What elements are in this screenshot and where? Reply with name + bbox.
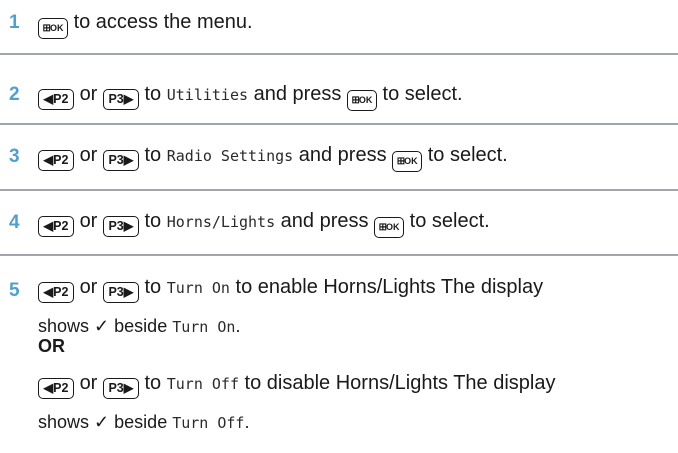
p3-right-key-icon: P3▶ — [102, 282, 139, 303]
p3-right-key-icon: P3▶ — [102, 150, 139, 171]
menu-ok-key-icon: ⊞OK — [392, 151, 423, 172]
step-line: shows ✓ beside Turn Off. — [38, 412, 250, 432]
menu-ok-key-icon: ⊞OK — [346, 90, 377, 111]
menu-target: Turn Off — [166, 375, 239, 393]
step-line: ◀P2 or P3▶ to Turn Off to disable Horns/… — [38, 371, 555, 399]
divider — [0, 53, 678, 55]
step-line: shows ✓ beside Turn On. — [38, 316, 241, 336]
p3-right-key-icon: P3▶ — [102, 378, 139, 399]
p3-right-key-icon: P3▶ — [102, 89, 139, 110]
step-number: 1 — [9, 12, 20, 33]
menu-ok-key-icon: ⊞OK — [38, 18, 68, 39]
or-label: OR — [38, 336, 65, 356]
p2-left-key-icon: ◀P2 — [38, 216, 74, 237]
step-line: ⊞OK to access the menu. — [38, 10, 253, 39]
menu-target: Utilities — [166, 86, 249, 104]
divider — [0, 123, 678, 125]
menu-target: Turn On — [166, 279, 230, 297]
check-icon: ✓ — [94, 316, 110, 336]
menu-target: Turn Off — [172, 414, 245, 432]
step-line: ◀P2 or P3▶ to Radio Settings and press ⊞… — [38, 143, 508, 172]
p3-right-key-icon: P3▶ — [102, 216, 139, 237]
menu-target: Horns/Lights — [166, 213, 276, 231]
step-line: ◀P2 or P3▶ to Utilities and press ⊞OK to… — [38, 82, 463, 111]
menu-ok-key-icon: ⊞OK — [374, 217, 405, 238]
menu-target: Turn On — [172, 318, 236, 336]
step-line: ◀P2 or P3▶ to Turn On to enable Horns/Li… — [38, 275, 543, 303]
step-number: 2 — [9, 84, 20, 105]
divider — [0, 254, 678, 256]
step-line: ◀P2 or P3▶ to Horns/Lights and press ⊞OK… — [38, 209, 490, 238]
step-text: to access the menu. — [73, 11, 253, 33]
menu-target: Radio Settings — [166, 147, 294, 165]
step-number: 4 — [9, 212, 20, 233]
divider — [0, 189, 678, 191]
p2-left-key-icon: ◀P2 — [38, 89, 74, 110]
step-number: 3 — [9, 146, 20, 167]
or-text: or — [79, 83, 98, 105]
step-number: 5 — [9, 280, 20, 301]
p2-left-key-icon: ◀P2 — [38, 378, 74, 399]
check-icon: ✓ — [94, 412, 110, 432]
p2-left-key-icon: ◀P2 — [38, 282, 74, 303]
p2-left-key-icon: ◀P2 — [38, 150, 74, 171]
